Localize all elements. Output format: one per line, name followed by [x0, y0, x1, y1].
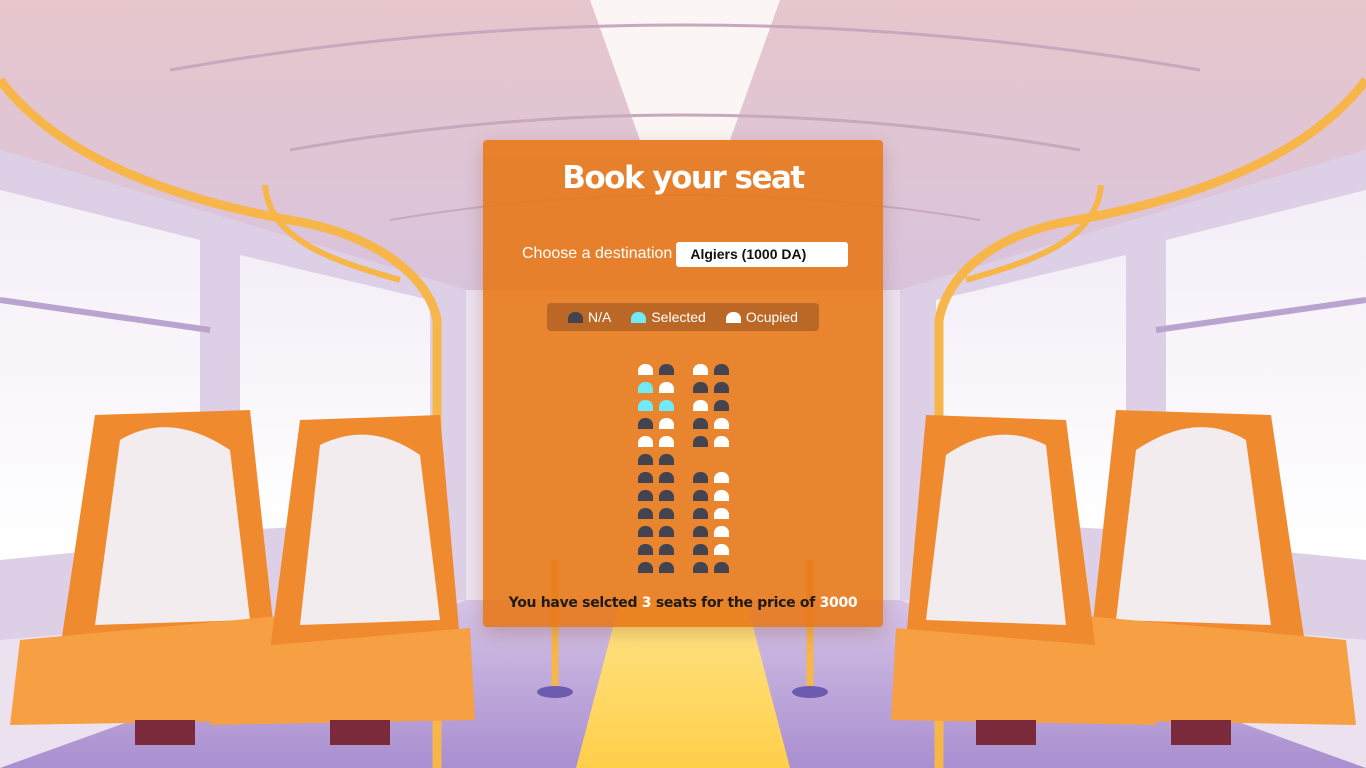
seat-na[interactable] [638, 418, 653, 429]
aisle-gap [680, 526, 693, 544]
seat-row [638, 454, 735, 472]
seat-na-icon [568, 311, 583, 323]
seat-sel[interactable] [638, 382, 653, 393]
seat-row [638, 382, 735, 400]
seat-row [638, 364, 735, 382]
seat-occ[interactable] [714, 436, 729, 447]
seat-na[interactable] [693, 526, 708, 537]
seat-occ[interactable] [714, 544, 729, 555]
seat-na[interactable] [638, 544, 653, 555]
seat-na[interactable] [693, 418, 708, 429]
seat-na[interactable] [693, 544, 708, 555]
seat-occ[interactable] [638, 436, 653, 447]
aisle-gap [680, 382, 693, 400]
legend-selected-label: Selected [651, 309, 706, 325]
seat-row [638, 526, 735, 544]
seat-na[interactable] [693, 508, 708, 519]
aisle-gap [680, 454, 693, 472]
seat-na[interactable] [659, 562, 674, 573]
seat-empty-slot [714, 454, 729, 465]
selected-count: 3 [641, 595, 652, 611]
booking-panel: Book your seat Choose a destination Algi… [483, 140, 883, 627]
seat-na[interactable] [659, 454, 674, 465]
seat-na[interactable] [714, 400, 729, 411]
seat-na[interactable] [659, 364, 674, 375]
legend-occupied: Ocupied [725, 309, 798, 325]
legend-na: N/A [568, 309, 611, 325]
seat-occ[interactable] [659, 382, 674, 393]
seat-na[interactable] [693, 436, 708, 447]
seat-na[interactable] [693, 382, 708, 393]
seat-na[interactable] [693, 562, 708, 573]
aisle-gap [680, 364, 693, 382]
seat-occ[interactable] [714, 526, 729, 537]
aisle-gap [680, 490, 693, 508]
seat-row [638, 436, 735, 454]
seat-row [638, 544, 735, 562]
page-title: Book your seat [562, 160, 805, 196]
seat-sel[interactable] [659, 400, 674, 411]
seat-occ[interactable] [693, 364, 708, 375]
seat-row [638, 508, 735, 526]
aisle-gap [680, 400, 693, 418]
summary-prefix: You have selcted [508, 595, 638, 611]
aisle-gap [680, 472, 693, 490]
seat-na[interactable] [638, 454, 653, 465]
destination-label: Choose a destination [522, 245, 673, 262]
seat-na[interactable] [714, 364, 729, 375]
aisle-gap [680, 508, 693, 526]
seat-empty-slot [693, 454, 708, 465]
seat-map [638, 364, 735, 580]
seat-legend: N/A Selected Ocupied [547, 303, 819, 331]
seat-occupied-icon [725, 311, 741, 323]
seat-row [638, 418, 735, 436]
seat-na[interactable] [659, 508, 674, 519]
seat-na[interactable] [638, 472, 653, 483]
aisle-gap [680, 544, 693, 562]
legend-selected: Selected [631, 309, 706, 325]
seat-row [638, 400, 735, 418]
seat-na[interactable] [714, 382, 729, 393]
seat-occ[interactable] [714, 508, 729, 519]
seat-row [638, 490, 735, 508]
seat-selected-icon [631, 311, 647, 323]
legend-na-label: N/A [588, 309, 612, 325]
legend-occupied-label: Ocupied [745, 309, 798, 325]
seat-na[interactable] [693, 490, 708, 501]
seat-na[interactable] [714, 562, 729, 573]
seat-occ[interactable] [659, 418, 674, 429]
seat-sel[interactable] [638, 400, 653, 411]
aisle-gap [680, 562, 693, 580]
booking-summary: You have selcted 3 seats for the price o… [483, 595, 883, 611]
aisle-gap [680, 418, 693, 436]
seat-occ[interactable] [714, 472, 729, 483]
seat-occ[interactable] [714, 490, 729, 501]
summary-middle: seats for the price of [655, 595, 816, 611]
seat-row [638, 472, 735, 490]
seat-na[interactable] [659, 472, 674, 483]
destination-select[interactable]: Algiers (1000 DA) [676, 241, 849, 267]
destination-row: Choose a destination Algiers (1000 DA) [522, 241, 849, 267]
seat-na[interactable] [638, 526, 653, 537]
seat-occ[interactable] [638, 364, 653, 375]
seat-na[interactable] [659, 526, 674, 537]
seat-row [638, 562, 735, 580]
seat-occ[interactable] [693, 400, 708, 411]
seat-na[interactable] [659, 544, 674, 555]
aisle-gap [680, 436, 693, 454]
seat-na[interactable] [638, 490, 653, 501]
total-price: 3000 [819, 595, 858, 611]
seat-occ[interactable] [714, 418, 729, 429]
seat-occ[interactable] [659, 436, 674, 447]
seat-na[interactable] [659, 490, 674, 501]
seat-na[interactable] [693, 472, 708, 483]
seat-na[interactable] [638, 508, 653, 519]
seat-na[interactable] [638, 562, 653, 573]
